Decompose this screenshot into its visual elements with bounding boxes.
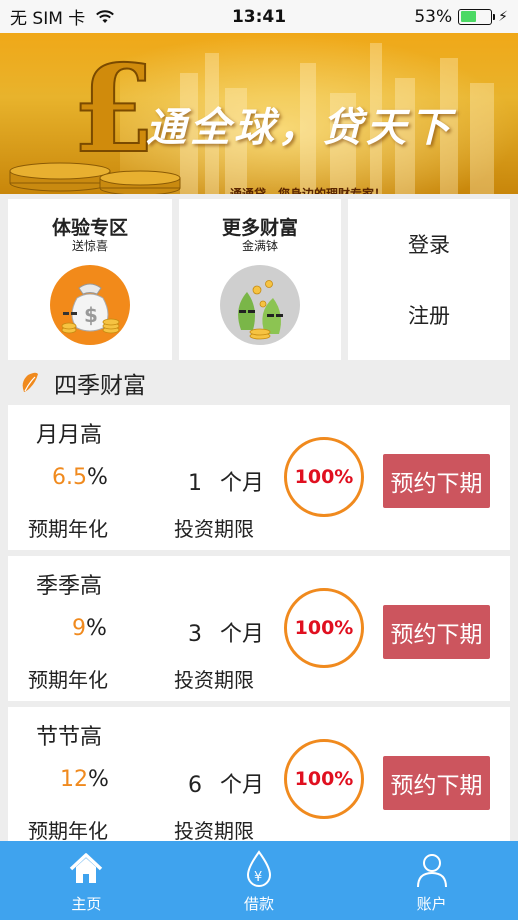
promo-card-more-wealth[interactable]: 更多财富 金满钵 — [179, 199, 341, 360]
register-link[interactable]: 注册 — [408, 300, 450, 330]
period-value: 3 — [188, 622, 202, 647]
promo-title: 更多财富 — [221, 217, 298, 239]
rate-value: 9 — [72, 616, 86, 641]
percent-sign: % — [87, 465, 108, 490]
tab-loan[interactable]: ¥ 借款 — [173, 841, 346, 920]
promo-subtitle: 送惊喜 — [71, 239, 108, 253]
banner-subtitle: 通通贷，您身边的理财专家！ — [230, 187, 387, 194]
expected-rate: 9% — [72, 616, 107, 641]
progress-ring: 100% — [284, 588, 364, 668]
product-name: 月月高 — [36, 423, 103, 448]
period-label: 投资期限 — [174, 668, 254, 692]
battery-percent: 53% — [414, 6, 453, 27]
money-bag-icon: $ — [50, 265, 130, 345]
period-unit: 个月 — [220, 773, 265, 798]
tab-home[interactable]: 主页 — [0, 841, 173, 920]
section-title: 四季财富 — [54, 373, 146, 399]
reserve-next-button[interactable]: 预约下期 — [383, 454, 490, 508]
battery-fill — [460, 11, 477, 22]
product-name: 节节高 — [36, 725, 103, 750]
period-value: 6 — [188, 773, 202, 798]
rate-value: 6.5 — [52, 465, 87, 490]
product-name: 季季高 — [36, 574, 103, 599]
battery-icon — [458, 8, 496, 25]
expected-rate: 12% — [60, 767, 109, 792]
rate-label: 预期年化 — [28, 517, 108, 541]
investment-period: 6 个月 — [188, 767, 264, 799]
svg-text:¥: ¥ — [254, 870, 262, 885]
percent-sign: % — [88, 767, 109, 792]
tab-label: 账户 — [416, 895, 447, 913]
status-bar: 无 SIM 卡 13:41 53% ⚡ — [0, 0, 518, 33]
drop-yen-icon: ¥ — [246, 850, 272, 887]
period-label: 投资期限 — [174, 517, 254, 541]
period-value: 1 — [188, 471, 202, 496]
app-screen: 无 SIM 卡 13:41 53% ⚡ £ 通全球，贷天下 通通贷，您身边的理财… — [0, 0, 518, 920]
auth-card: 登录 注册 — [348, 199, 510, 360]
rate-value: 12 — [60, 767, 88, 792]
svg-text:£: £ — [72, 39, 156, 180]
tab-account[interactable]: 账户 — [345, 841, 518, 920]
pound-sign-graphic: £ — [71, 38, 157, 181]
product-card[interactable]: 月月高 6.5% 1 个月 预期年化 投资期限 100% 预约下期 — [8, 405, 510, 550]
svg-text:$: $ — [84, 303, 98, 327]
login-link[interactable]: 登录 — [408, 229, 450, 259]
promo-subtitle: 金满钵 — [241, 239, 278, 253]
product-list: 月月高 6.5% 1 个月 预期年化 投资期限 100% 预约下期 季季高 9% … — [8, 405, 510, 858]
promo-row: 体验专区 送惊喜 $ 更多财富 金满钵 登录 注册 — [8, 199, 510, 360]
tab-label: 借款 — [244, 895, 275, 913]
reserve-next-button[interactable]: 预约下期 — [383, 605, 490, 659]
expected-rate: 6.5% — [52, 465, 108, 490]
investment-period: 1 个月 — [188, 465, 264, 497]
leaf-icon — [22, 372, 38, 392]
home-icon — [70, 853, 103, 883]
plant-coins-icon — [220, 265, 300, 345]
carrier-text: 无 SIM 卡 — [10, 9, 86, 29]
user-icon — [416, 854, 447, 888]
product-card[interactable]: 季季高 9% 3 个月 预期年化 投资期限 100% 预约下期 — [8, 556, 510, 701]
section-header: 四季财富 — [20, 366, 146, 400]
tab-label: 主页 — [71, 895, 102, 913]
percent-sign: % — [86, 616, 107, 641]
progress-ring: 100% — [284, 739, 364, 819]
investment-period: 3 个月 — [188, 616, 264, 648]
status-time: 13:41 — [231, 6, 287, 27]
period-unit: 个月 — [220, 622, 265, 647]
promo-title: 体验专区 — [51, 217, 128, 239]
period-unit: 个月 — [220, 471, 265, 496]
rate-label: 预期年化 — [28, 819, 108, 843]
wifi-icon — [96, 9, 115, 23]
promo-banner[interactable]: £ 通全球，贷天下 通通贷，您身边的理财专家！ — [0, 33, 518, 194]
charging-icon: ⚡ — [498, 8, 508, 25]
tab-bar: 主页 ¥ 借款 账户 — [0, 841, 518, 920]
status-right: 53% ⚡ — [328, 7, 508, 27]
product-card[interactable]: 节节高 12% 6 个月 预期年化 投资期限 100% 预约下期 — [8, 707, 510, 852]
promo-card-experience[interactable]: 体验专区 送惊喜 $ — [8, 199, 172, 360]
progress-ring: 100% — [284, 437, 364, 517]
status-left: 无 SIM 卡 — [10, 4, 190, 29]
rate-label: 预期年化 — [28, 668, 108, 692]
period-label: 投资期限 — [174, 819, 254, 843]
banner-slogan: 通全球，贷天下 — [146, 104, 454, 151]
reserve-next-button[interactable]: 预约下期 — [383, 756, 490, 810]
